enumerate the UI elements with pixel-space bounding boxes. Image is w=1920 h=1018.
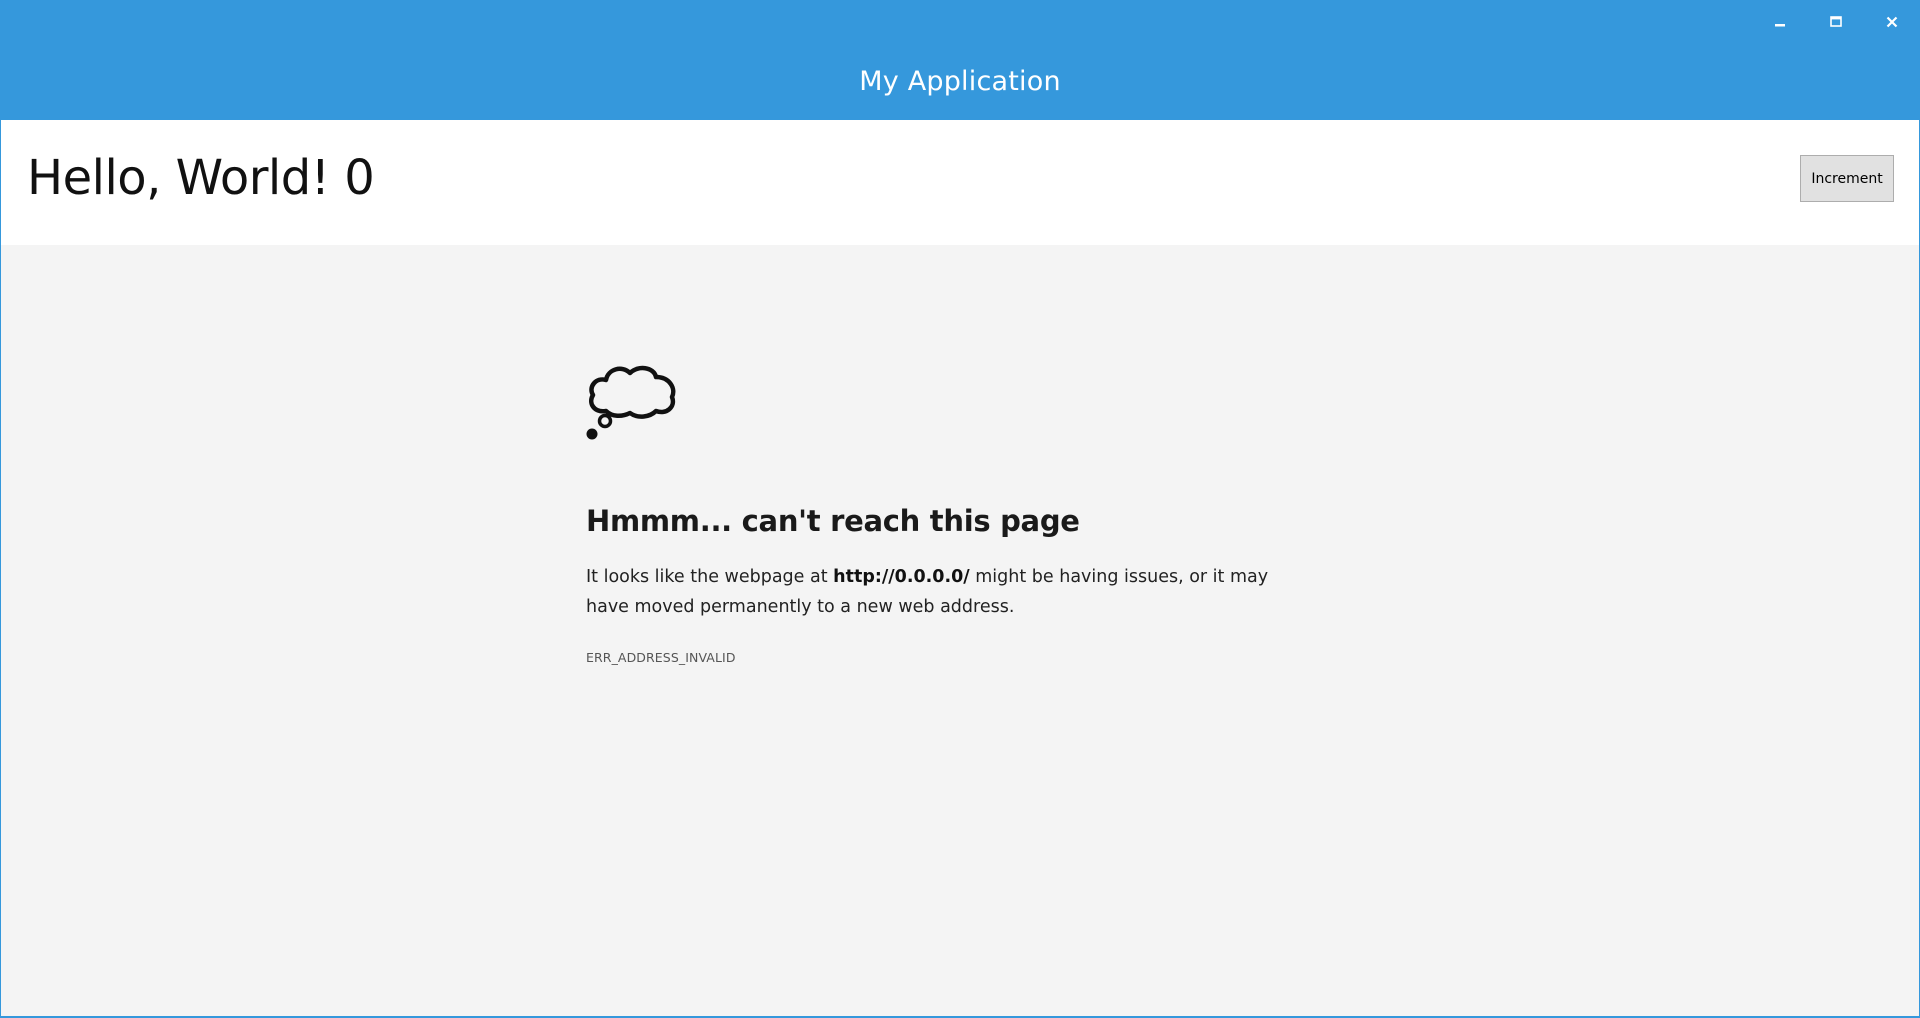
greeting-counter-text: Hello, World! 0 <box>27 150 375 206</box>
webview-error-page: Hmmm... can't reach this page It looks l… <box>1 245 1919 1016</box>
app-window: My Application Hello, World! 0 Increment… <box>0 0 1920 1018</box>
error-desc-prefix: It looks like the webpage at <box>586 567 834 587</box>
thought-cloud-icon <box>584 351 678 443</box>
close-button[interactable] <box>1864 0 1920 44</box>
maximize-icon <box>1830 13 1842 32</box>
window-controls <box>1752 0 1920 44</box>
error-description: It looks like the webpage at http://0.0.… <box>586 562 1306 622</box>
error-title: Hmmm... can't reach this page <box>586 504 1080 538</box>
increment-button[interactable]: Increment <box>1800 155 1894 202</box>
client-area: Hello, World! 0 Increment Hmmm... can't … <box>1 120 1919 1016</box>
error-code: ERR_ADDRESS_INVALID <box>586 650 736 665</box>
app-header: Hello, World! 0 Increment <box>1 120 1919 245</box>
window-title: My Application <box>859 66 1061 97</box>
error-url: http://0.0.0.0/ <box>833 567 970 587</box>
minimize-icon <box>1774 13 1786 32</box>
minimize-button[interactable] <box>1752 0 1808 44</box>
close-icon <box>1886 13 1898 32</box>
maximize-button[interactable] <box>1808 0 1864 44</box>
title-bar[interactable]: My Application <box>0 0 1920 120</box>
